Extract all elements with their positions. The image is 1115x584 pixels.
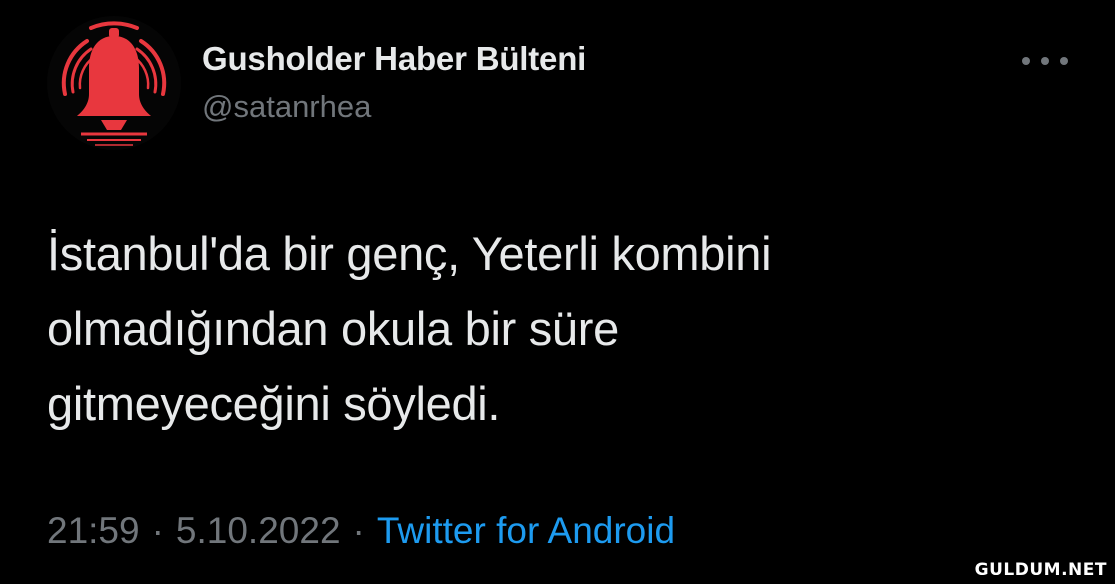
tweet-text-line: İstanbul'da bir genç, Yeterli kombini bbox=[47, 227, 772, 280]
dot bbox=[1060, 57, 1068, 65]
tweet-source-link[interactable]: Twitter for Android bbox=[377, 510, 675, 551]
dot bbox=[1022, 57, 1030, 65]
tweet-text: İstanbul'da bir genç, Yeterli kombini ol… bbox=[47, 216, 1057, 441]
dot bbox=[1041, 57, 1049, 65]
separator: · bbox=[151, 510, 164, 551]
tweet-time[interactable]: 21:59 bbox=[47, 510, 140, 551]
alarm-bell-icon bbox=[61, 21, 167, 146]
watermark: GULDUM.NET bbox=[974, 560, 1107, 580]
author-handle[interactable]: @satanrhea bbox=[202, 89, 371, 125]
author-display-name[interactable]: Gusholder Haber Bülteni bbox=[202, 40, 586, 78]
separator: · bbox=[352, 510, 365, 551]
tweet-metadata: 21:59 · 5.10.2022 · Twitter for Android bbox=[47, 510, 675, 552]
tweet-card: Gusholder Haber Bülteni @satanrhea İstan… bbox=[0, 0, 1115, 584]
tweet-text-line: gitmeyeceğini söyledi. bbox=[47, 377, 501, 430]
tweet-date[interactable]: 5.10.2022 bbox=[176, 510, 341, 551]
more-options-icon[interactable] bbox=[1022, 50, 1068, 72]
tweet-text-line: olmadığından okula bir süre bbox=[47, 302, 619, 355]
avatar[interactable] bbox=[47, 16, 181, 150]
